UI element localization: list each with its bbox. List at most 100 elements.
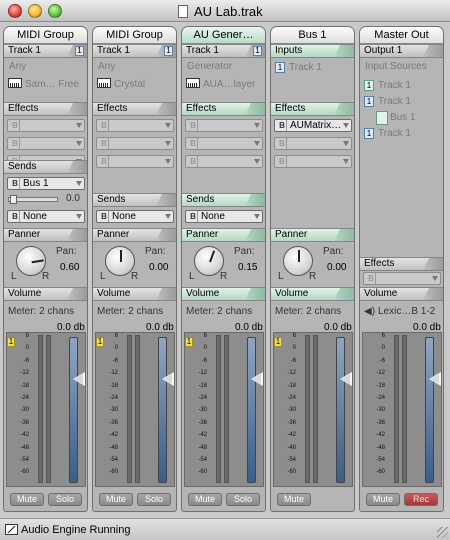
track-section-header[interactable]: Track 1 1: [93, 44, 176, 58]
effects-section-header[interactable]: Effects: [360, 257, 443, 271]
effect-slot-1[interactable]: B AUMatrix…: [274, 119, 352, 132]
mute-button[interactable]: Mute: [188, 493, 222, 506]
zoom-window-button[interactable]: [48, 4, 62, 18]
resize-grip-icon[interactable]: [437, 527, 448, 538]
panner-section-header[interactable]: Panner: [93, 228, 176, 242]
mute-button[interactable]: Mute: [366, 493, 400, 506]
effects-label: Effects: [8, 103, 39, 114]
volume-fader-handle[interactable]: [73, 372, 85, 386]
effect-slot-2[interactable]: B: [185, 137, 263, 150]
minimize-window-button[interactable]: [28, 4, 42, 18]
effect-slot-1[interactable]: B: [96, 119, 174, 132]
send-1-select[interactable]: B None: [96, 210, 174, 223]
db-tick-label: 6: [25, 333, 29, 339]
source-item[interactable]: Bus 1: [390, 112, 416, 123]
track-section-header[interactable]: Track 1 1: [4, 44, 87, 58]
strip-header[interactable]: AU Gener…: [182, 27, 265, 44]
strip-midi-group-2: MIDI Group Track 1 1 Any Crystal Effects…: [92, 26, 177, 512]
strip-header[interactable]: Master Out: [360, 27, 443, 44]
volume-label: Volume: [186, 288, 220, 299]
send-2-select[interactable]: B None: [7, 210, 85, 223]
instrument-keyboard-icon[interactable]: [8, 78, 22, 88]
db-tick-label: -60: [20, 469, 29, 476]
db-tick-label: -42: [109, 432, 118, 439]
volume-section-header[interactable]: Volume: [360, 287, 443, 301]
generator-name[interactable]: AUA…layer: [203, 79, 255, 90]
inputs-section-header[interactable]: Inputs: [271, 44, 354, 58]
send-level-handle[interactable]: [10, 195, 17, 204]
solo-button[interactable]: Solo: [137, 493, 171, 506]
effect-slot-1[interactable]: B: [363, 272, 441, 285]
volume-fader-handle[interactable]: [429, 372, 441, 386]
source-item[interactable]: Track 1: [378, 128, 411, 139]
volume-section-header[interactable]: Volume: [93, 287, 176, 301]
instrument-name[interactable]: Crystal: [114, 79, 145, 90]
db-tick-label: -60: [287, 469, 296, 476]
effect-slot-2[interactable]: B: [7, 137, 85, 150]
volume-section-header[interactable]: Volume: [271, 287, 354, 301]
bypass-icon: B: [367, 273, 376, 284]
output-device[interactable]: Lexic…B 1-2: [378, 306, 435, 317]
volume-fader-track[interactable]: [247, 337, 256, 483]
instrument-name[interactable]: Sam… Free: [25, 79, 79, 90]
effect-slot-3[interactable]: B: [96, 155, 174, 168]
source-item[interactable]: Track 1: [378, 80, 411, 91]
effects-section-header[interactable]: Effects: [93, 102, 176, 116]
chevron-down-icon: [76, 141, 82, 146]
effects-label: Effects: [97, 103, 128, 114]
strip-au-generator: AU Gener… Track 1 1 Generator AUA…layer …: [181, 26, 266, 512]
volume-fader-track[interactable]: [158, 337, 167, 483]
volume-section-header[interactable]: Volume: [182, 287, 265, 301]
pan-label: Pan:: [323, 246, 344, 257]
level-meter-right: [224, 335, 229, 483]
bypass-icon: B: [189, 120, 198, 131]
volume-fader-track[interactable]: [425, 337, 434, 483]
channel-indicator: 1: [185, 337, 193, 347]
solo-button[interactable]: Solo: [226, 493, 260, 506]
source-label: Generator: [187, 61, 233, 72]
generator-icon[interactable]: [186, 78, 200, 88]
effect-slot-2[interactable]: B: [96, 137, 174, 150]
volume-fader-track[interactable]: [69, 337, 78, 483]
volume-fader-handle[interactable]: [251, 372, 263, 386]
strip-header[interactable]: MIDI Group: [4, 27, 87, 44]
bypass-icon: B: [100, 120, 109, 131]
effect-slot-3[interactable]: B: [274, 155, 352, 168]
effects-section-header[interactable]: Effects: [182, 102, 265, 116]
strip-header[interactable]: Bus 1: [271, 27, 354, 44]
mute-button[interactable]: Mute: [277, 493, 311, 506]
volume-fader-track[interactable]: [336, 337, 345, 483]
bypass-icon: B: [278, 138, 287, 149]
send-1-select[interactable]: B None: [185, 210, 263, 223]
panner-section-header[interactable]: Panner: [271, 228, 354, 242]
volume-fader-handle[interactable]: [162, 372, 174, 386]
volume-section-header[interactable]: Volume: [4, 287, 87, 301]
pan-value: 0.60: [60, 262, 80, 273]
panner-section-header[interactable]: Panner: [4, 228, 87, 242]
effects-section-header[interactable]: Effects: [271, 102, 354, 116]
track-section-header[interactable]: Track 1 1: [182, 44, 265, 58]
send-1-select[interactable]: B Bus 1: [7, 177, 85, 190]
panner-section-header[interactable]: Panner: [182, 228, 265, 242]
effect-slot-3[interactable]: B: [185, 155, 263, 168]
effect-slot-1[interactable]: B: [185, 119, 263, 132]
chevron-down-icon: [76, 181, 82, 186]
sends-section-header[interactable]: Sends: [4, 160, 87, 174]
sends-section-header[interactable]: Sends: [93, 193, 176, 207]
mute-button[interactable]: Mute: [99, 493, 133, 506]
effect-slot-1[interactable]: B: [7, 119, 85, 132]
close-window-button[interactable]: [8, 4, 22, 18]
source-item[interactable]: Track 1: [378, 96, 411, 107]
mute-button[interactable]: Mute: [10, 493, 44, 506]
effects-section-header[interactable]: Effects: [4, 102, 87, 116]
output-section-header[interactable]: Output 1: [360, 44, 443, 58]
input-source[interactable]: Track 1: [289, 62, 322, 73]
record-button[interactable]: Rec: [404, 493, 438, 506]
effect-slot-2[interactable]: B: [274, 137, 352, 150]
solo-button[interactable]: Solo: [48, 493, 82, 506]
volume-fader-handle[interactable]: [340, 372, 352, 386]
instrument-keyboard-icon[interactable]: [97, 78, 111, 88]
sends-section-header[interactable]: Sends: [182, 193, 265, 207]
strip-header[interactable]: MIDI Group: [93, 27, 176, 44]
bypass-icon: B: [100, 211, 109, 222]
